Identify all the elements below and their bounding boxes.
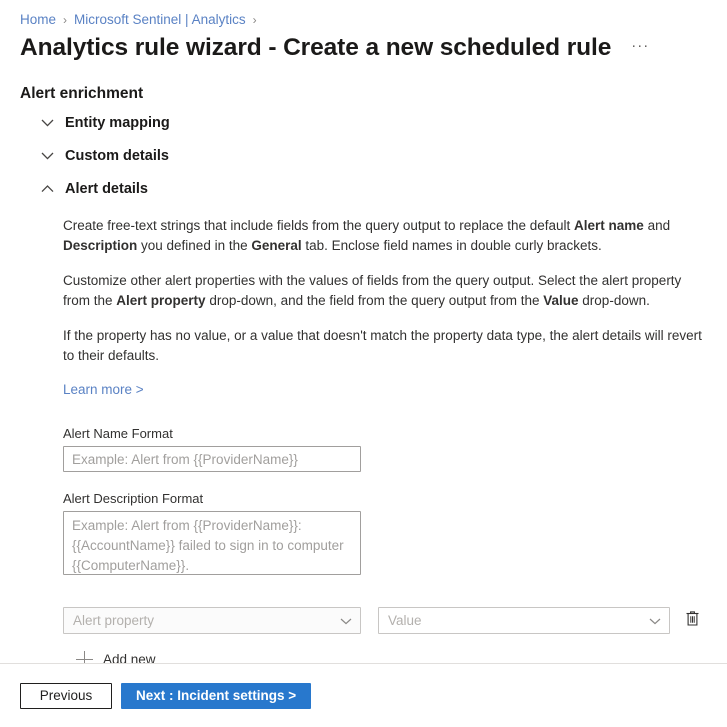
alert-name-format-field: Alert Name Format — [63, 426, 727, 472]
para1-part4: tab. Enclose field names in double curly… — [302, 238, 602, 253]
accordion-list: Entity mapping Custom details Alert deta… — [0, 103, 727, 668]
para2-part2: drop-down, and the field from the query … — [206, 293, 544, 308]
alert-description-format-field: Alert Description Format — [63, 491, 727, 580]
para2-bold-alert-property: Alert property — [116, 293, 205, 308]
alert-property-dropdown-value: Alert property — [73, 613, 154, 628]
chevron-down-icon — [38, 147, 56, 165]
para1-bold-description: Description — [63, 238, 137, 253]
breadcrumb-separator-icon: › — [63, 12, 67, 28]
alert-description-format-label: Alert Description Format — [63, 491, 727, 506]
trash-icon — [685, 610, 700, 632]
breadcrumb-item-sentinel-analytics[interactable]: Microsoft Sentinel | Analytics — [74, 12, 246, 28]
section-heading: Alert enrichment — [0, 62, 727, 103]
ellipsis-icon[interactable]: ··· — [627, 37, 653, 60]
alert-name-format-input[interactable] — [63, 446, 361, 472]
breadcrumb-item-home[interactable]: Home — [20, 12, 56, 28]
next-incident-settings-button[interactable]: Next : Incident settings > — [121, 683, 311, 709]
wizard-footer: Previous Next : Incident settings > — [0, 664, 727, 727]
chevron-up-icon — [38, 180, 56, 198]
alert-details-paragraph-1: Create free-text strings that include fi… — [63, 216, 708, 256]
para1-bold-general: General — [251, 238, 301, 253]
alert-details-paragraph-2: Customize other alert properties with th… — [63, 271, 708, 311]
para1-part2: and — [644, 218, 670, 233]
accordion-custom-details[interactable]: Custom details — [38, 136, 727, 169]
breadcrumb-separator-icon-2: › — [253, 12, 257, 28]
para1-bold-alert-name: Alert name — [574, 218, 644, 233]
page-title: Analytics rule wizard - Create a new sch… — [20, 34, 611, 62]
para1-part1: Create free-text strings that include fi… — [63, 218, 574, 233]
alert-details-panel: Create free-text strings that include fi… — [38, 202, 727, 668]
para1-part3: you defined in the — [137, 238, 251, 253]
alert-property-dropdown[interactable]: Alert property — [63, 607, 361, 634]
accordion-alert-details-label: Alert details — [65, 181, 148, 197]
delete-mapping-button[interactable] — [681, 610, 703, 632]
accordion-entity-mapping-label: Entity mapping — [65, 115, 170, 131]
previous-button[interactable]: Previous — [20, 683, 112, 709]
alert-property-mapping-row: Alert property Value — [63, 607, 727, 634]
accordion-custom-details-label: Custom details — [65, 148, 169, 164]
chevron-down-icon — [649, 612, 661, 630]
value-dropdown-value: Value — [388, 613, 422, 628]
accordion-entity-mapping[interactable]: Entity mapping — [38, 103, 727, 136]
chevron-down-icon — [38, 114, 56, 132]
alert-name-format-label: Alert Name Format — [63, 426, 727, 441]
value-dropdown[interactable]: Value — [378, 607, 670, 634]
para2-bold-value: Value — [543, 293, 578, 308]
learn-more-link[interactable]: Learn more > — [63, 381, 144, 399]
chevron-down-icon — [340, 612, 352, 630]
breadcrumb: Home › Microsoft Sentinel | Analytics › — [0, 0, 727, 28]
para2-part3: drop-down. — [579, 293, 650, 308]
accordion-alert-details[interactable]: Alert details — [38, 169, 727, 202]
alert-details-paragraph-3: If the property has no value, or a value… — [63, 326, 708, 366]
page-title-row: Analytics rule wizard - Create a new sch… — [0, 28, 727, 62]
alert-description-format-textarea[interactable] — [63, 511, 361, 575]
